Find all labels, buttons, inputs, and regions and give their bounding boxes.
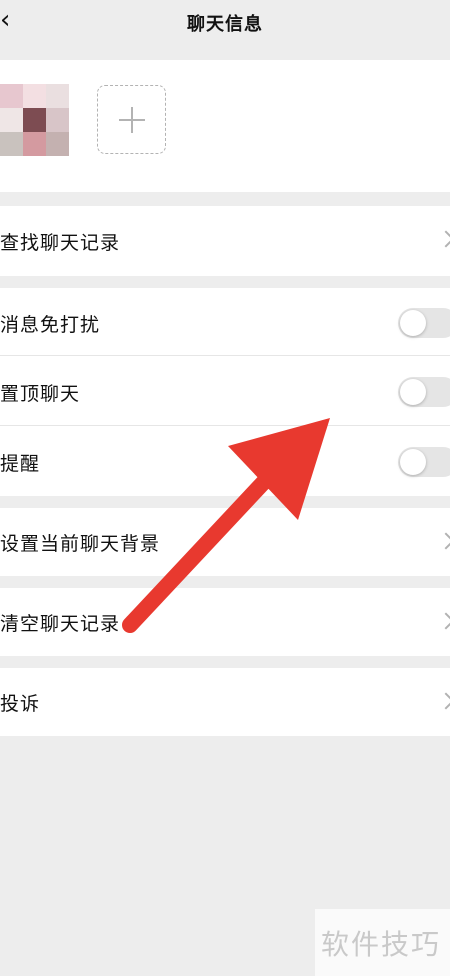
watermark: 软件技巧: [315, 909, 450, 976]
pin-chat-label: 置顶聊天: [0, 383, 81, 405]
pin-chat-toggle[interactable]: [398, 377, 450, 407]
settings-card: 消息免打扰 置顶聊天 提醒: [0, 288, 450, 496]
chat-background-label: 设置当前聊天背景: [0, 533, 161, 555]
page-title: 聊天信息: [187, 14, 263, 35]
clear-history-row[interactable]: 清空聊天记录: [0, 588, 450, 658]
remind-toggle[interactable]: [398, 447, 450, 477]
divider: [0, 425, 450, 426]
pin-chat-row: 置顶聊天: [0, 357, 450, 427]
toggle-knob: [400, 310, 426, 336]
remind-label: 提醒: [0, 453, 41, 475]
nav-bar: ‹ 聊天信息: [0, 0, 450, 44]
search-history-card: 查找聊天记录: [0, 206, 450, 276]
mute-notifications-label: 消息免打扰: [0, 314, 101, 336]
toggle-knob: [400, 379, 426, 405]
chat-background-card: 设置当前聊天背景: [0, 508, 450, 576]
toggle-knob: [400, 449, 426, 475]
members-section: [0, 60, 450, 192]
chevron-right-icon: [437, 532, 450, 550]
chevron-right-icon: [437, 230, 450, 248]
chevron-right-icon: [437, 612, 450, 630]
watermark-text: 软件技巧: [321, 928, 442, 961]
chat-background-row[interactable]: 设置当前聊天背景: [0, 508, 450, 578]
search-history-label: 查找聊天记录: [0, 232, 121, 254]
mute-notifications-toggle[interactable]: [398, 308, 450, 338]
complain-row[interactable]: 投诉: [0, 668, 450, 738]
mute-notifications-row: 消息免打扰: [0, 288, 450, 358]
clear-history-label: 清空聊天记录: [0, 613, 121, 635]
add-member-button[interactable]: [97, 85, 166, 154]
remind-row: 提醒: [0, 427, 450, 497]
search-history-row[interactable]: 查找聊天记录: [0, 206, 450, 276]
divider: [0, 355, 450, 356]
member-avatar[interactable]: [0, 84, 70, 156]
complain-card: 投诉: [0, 668, 450, 736]
clear-history-card: 清空聊天记录: [0, 588, 450, 656]
complain-label: 投诉: [0, 693, 41, 715]
chevron-right-icon: [437, 692, 450, 710]
